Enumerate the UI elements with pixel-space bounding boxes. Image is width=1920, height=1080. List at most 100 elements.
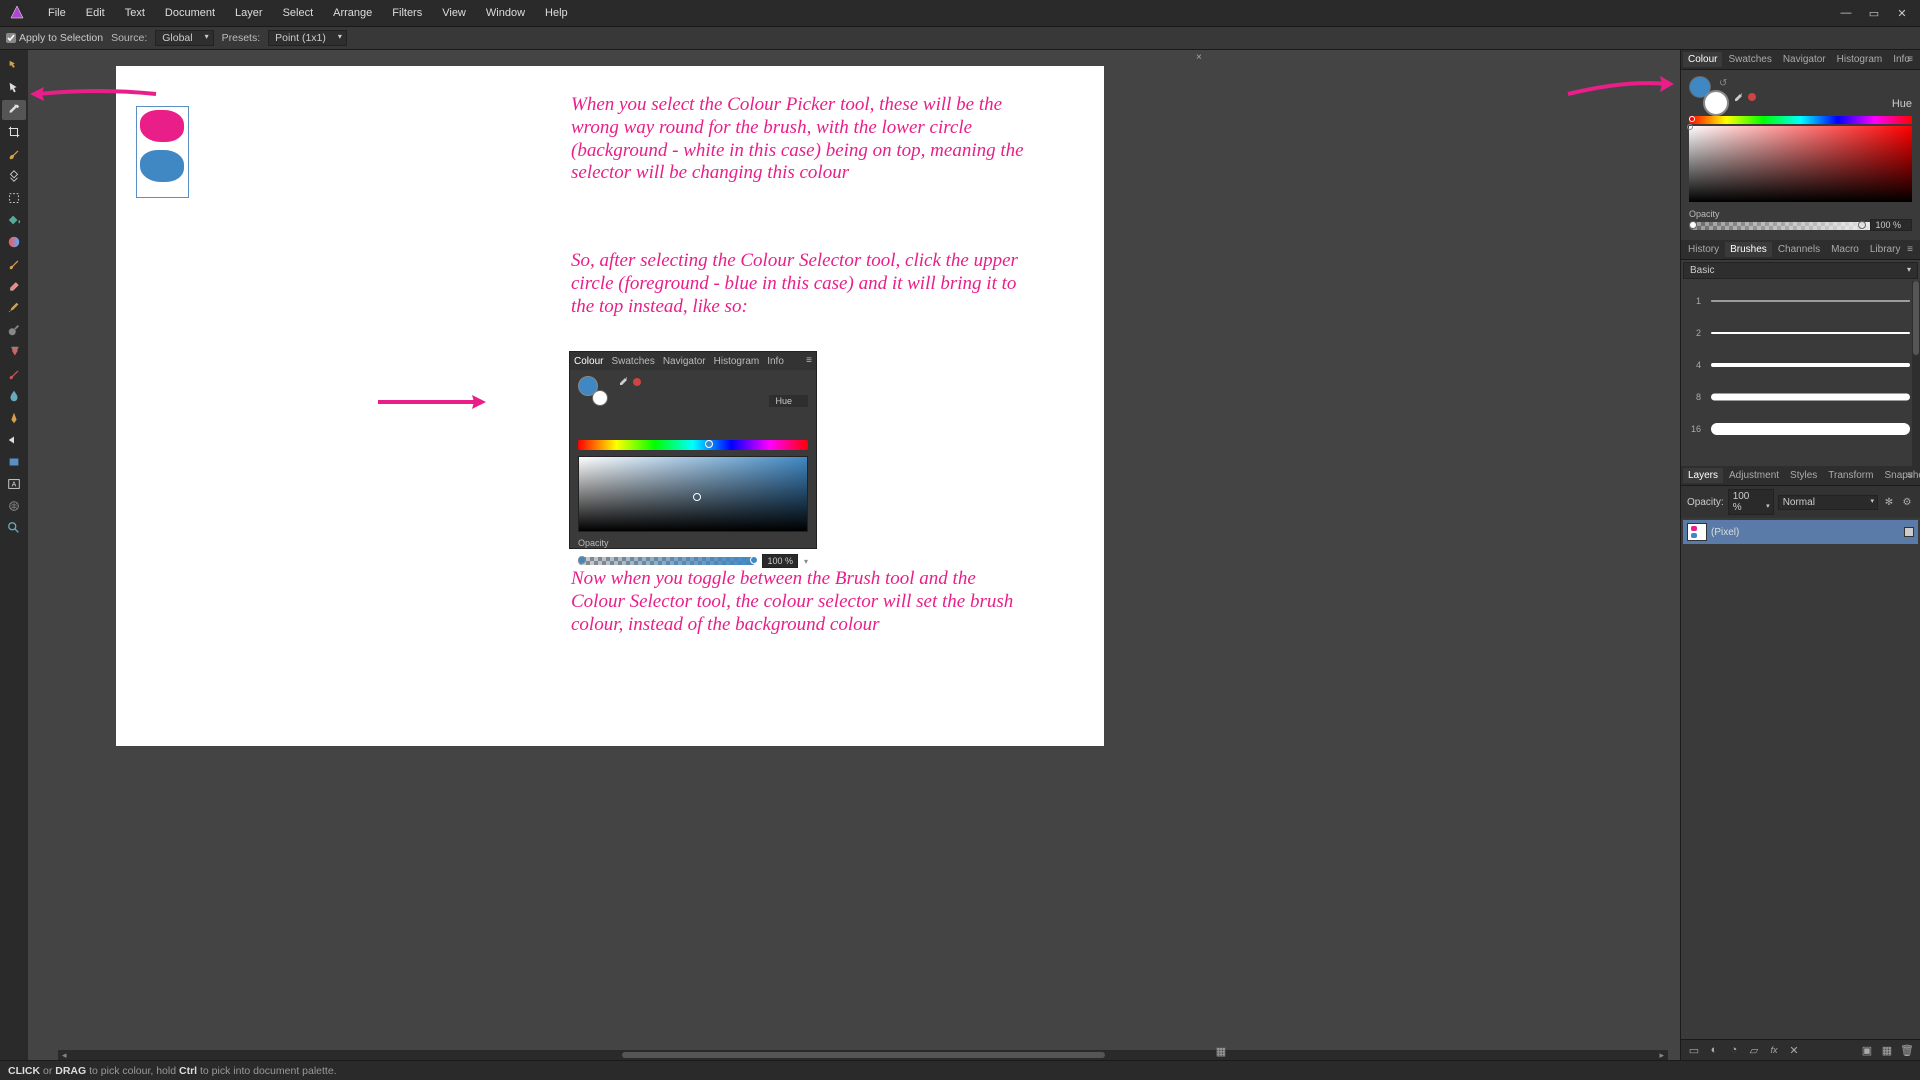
menu-filters[interactable]: Filters: [382, 3, 432, 23]
flood-select-tool-icon[interactable]: [2, 166, 26, 186]
mask-icon[interactable]: ▭: [1687, 1043, 1701, 1057]
adjustment-icon[interactable]: ◐: [1707, 1043, 1721, 1057]
mesh-warp-tool-icon[interactable]: [2, 496, 26, 516]
tab-colour[interactable]: Colour: [1683, 52, 1722, 67]
menu-text[interactable]: Text: [115, 3, 155, 23]
pen-tool-icon[interactable]: [2, 408, 26, 428]
layer-settings-icon[interactable]: ✻: [1882, 495, 1896, 509]
swap-colours-icon[interactable]: ↺: [1719, 78, 1727, 89]
source-dropdown[interactable]: Global: [155, 30, 213, 46]
brush-preset[interactable]: 16: [1683, 413, 1918, 445]
colour-mode-dropdown[interactable]: Hue: [1892, 98, 1912, 110]
delete-layer-icon[interactable]: 🗑: [1900, 1043, 1914, 1057]
clone-tool-icon[interactable]: [2, 342, 26, 362]
menu-edit[interactable]: Edit: [76, 3, 115, 23]
presets-dropdown[interactable]: Point (1x1): [268, 30, 347, 46]
tab-history[interactable]: History: [1683, 242, 1724, 257]
scroll-left-icon[interactable]: ◂: [62, 1050, 67, 1060]
colour-picker-tool-icon[interactable]: [2, 100, 26, 120]
opacity-slider[interactable]: 100 %: [1689, 222, 1912, 230]
hue-slider[interactable]: [1689, 116, 1912, 124]
brush-category-dropdown[interactable]: Basic: [1683, 262, 1918, 279]
panel-layout-icon[interactable]: ▦: [1214, 1044, 1228, 1058]
menu-help[interactable]: Help: [535, 3, 578, 23]
erase-brush-tool-icon[interactable]: [2, 276, 26, 296]
layer-visibility-checkbox[interactable]: [1904, 527, 1914, 537]
brushes-panel-menu-icon[interactable]: ≡: [1902, 242, 1918, 257]
canvas-area[interactable]: When you select the Colour Picker tool, …: [28, 50, 1680, 1060]
apply-to-selection-checkbox[interactable]: Apply to Selection: [6, 32, 103, 44]
panel-nocolour-icon[interactable]: [1747, 92, 1757, 102]
window-close-icon[interactable]: ✕: [1892, 6, 1912, 20]
brush-scrollbar[interactable]: [1912, 281, 1920, 466]
brush-preset[interactable]: 1: [1683, 285, 1918, 317]
brush-preset[interactable]: 8: [1683, 381, 1918, 413]
add-layer-icon[interactable]: ▦: [1880, 1043, 1894, 1057]
shape-tool-icon[interactable]: [2, 430, 26, 450]
fx-icon[interactable]: fx: [1767, 1043, 1781, 1057]
layer-opacity-dropdown[interactable]: 100 %: [1728, 489, 1774, 515]
status-click: CLICK: [8, 1065, 40, 1077]
tab-histogram[interactable]: Histogram: [1832, 52, 1888, 67]
menu-window[interactable]: Window: [476, 3, 535, 23]
layer-gear-icon[interactable]: ⚙: [1900, 495, 1914, 509]
window-maximize-icon[interactable]: ▭: [1864, 6, 1884, 20]
colour-wells[interactable]: ↺: [1689, 76, 1725, 112]
tab-channels[interactable]: Channels: [1773, 242, 1825, 257]
tab-brushes[interactable]: Brushes: [1725, 242, 1772, 257]
scroll-right-icon[interactable]: ▸: [1659, 1050, 1664, 1060]
selection-brush-tool-icon[interactable]: [2, 144, 26, 164]
marquee-tool-icon[interactable]: [2, 188, 26, 208]
tab-library[interactable]: Library: [1865, 242, 1906, 257]
tab-layers[interactable]: Layers: [1683, 468, 1723, 483]
pink-paint-blob: [140, 110, 184, 142]
tab-swatches[interactable]: Swatches: [1723, 52, 1776, 67]
tab-styles[interactable]: Styles: [1785, 468, 1822, 483]
view-tool-icon[interactable]: [2, 56, 26, 76]
crop-layer-icon[interactable]: ✕: [1787, 1043, 1801, 1057]
inpainting-tool-icon[interactable]: [2, 364, 26, 384]
panel-eyedropper-icon[interactable]: [1731, 92, 1743, 104]
foreground-colour-well[interactable]: [1703, 90, 1729, 116]
move-tool-icon[interactable]: [2, 78, 26, 98]
window-minimize-icon[interactable]: —: [1836, 6, 1856, 20]
text-tool-icon[interactable]: A: [2, 474, 26, 494]
layer-row[interactable]: (Pixel): [1683, 520, 1918, 544]
saturation-box[interactable]: [1689, 126, 1912, 202]
tab-macro[interactable]: Macro: [1826, 242, 1864, 257]
menu-view[interactable]: View: [432, 3, 476, 23]
zoom-tool-icon[interactable]: [2, 518, 26, 538]
colour-panel-menu-icon[interactable]: ≡: [1902, 52, 1918, 67]
opacity-value[interactable]: 100 %: [1870, 219, 1912, 231]
gradient-tool-icon[interactable]: [2, 232, 26, 252]
menu-layer[interactable]: Layer: [225, 3, 273, 23]
tab-adjustment[interactable]: Adjustment: [1724, 468, 1784, 483]
layer-blend-dropdown[interactable]: Normal: [1778, 495, 1878, 510]
blur-tool-icon[interactable]: [2, 386, 26, 406]
brush-preset[interactable]: 4: [1683, 349, 1918, 381]
flood-fill-tool-icon[interactable]: [2, 210, 26, 230]
hue-thumb[interactable]: [1689, 116, 1695, 122]
tab-transform[interactable]: Transform: [1823, 468, 1878, 483]
menu-file[interactable]: File: [38, 3, 76, 23]
rectangle-tool-icon[interactable]: [2, 452, 26, 472]
document-close-icon[interactable]: ×: [1196, 52, 1202, 63]
fx-layer-icon[interactable]: ◔: [1727, 1043, 1741, 1057]
menu-document[interactable]: Document: [155, 3, 225, 23]
menu-select[interactable]: Select: [273, 3, 324, 23]
scroll-thumb[interactable]: [622, 1052, 1105, 1058]
layer-name[interactable]: (Pixel): [1711, 527, 1739, 538]
paint-brush-tool-icon[interactable]: [2, 254, 26, 274]
brush-preset[interactable]: 2: [1683, 317, 1918, 349]
dodge-tool-icon[interactable]: [2, 320, 26, 340]
live-filter-icon[interactable]: ▱: [1747, 1043, 1761, 1057]
pixel-tool-icon[interactable]: [2, 298, 26, 318]
crop-tool-icon[interactable]: [2, 122, 26, 142]
group-icon[interactable]: ▣: [1860, 1043, 1874, 1057]
tab-navigator[interactable]: Navigator: [1778, 52, 1831, 67]
layers-panel-menu-icon[interactable]: ≡: [1902, 468, 1918, 483]
saturation-thumb[interactable]: [1687, 124, 1693, 130]
document-canvas[interactable]: When you select the Colour Picker tool, …: [116, 66, 1104, 746]
horizontal-scrollbar[interactable]: ◂ ▸: [58, 1050, 1668, 1060]
menu-arrange[interactable]: Arrange: [323, 3, 382, 23]
